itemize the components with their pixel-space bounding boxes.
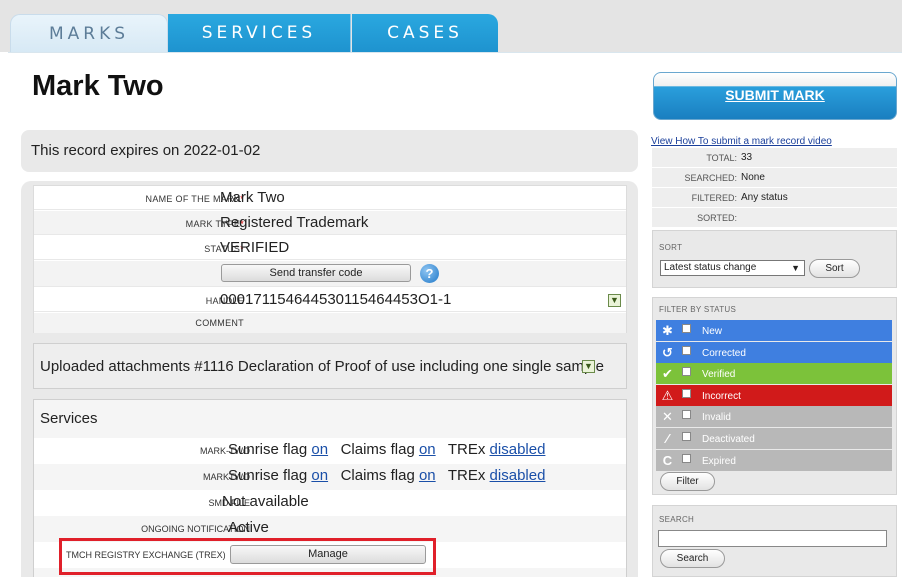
filter-label: Deactivated xyxy=(702,434,755,445)
search-title: SEARCH xyxy=(659,515,695,524)
filter-checkbox[interactable] xyxy=(682,345,691,355)
dropdown-arrow-icon: ▼ xyxy=(791,263,800,273)
undo-icon: ↺ xyxy=(662,344,673,360)
filter-label: New xyxy=(702,326,723,337)
how-to-video-link[interactable]: View How To submit a mark record video xyxy=(651,136,832,147)
highlight-box xyxy=(59,538,436,575)
submit-mark-button[interactable]: SUBMIT MARK xyxy=(653,72,897,120)
filter-status-incorrect[interactable]: ⚠ Incorrect xyxy=(656,384,892,406)
tab-cases[interactable]: CASES xyxy=(352,14,498,52)
filter-label: Invalid xyxy=(702,412,731,424)
filter-button[interactable]: Filter xyxy=(660,472,715,491)
page-title: Mark Two xyxy=(32,70,164,102)
stat-key: SEARCHED: xyxy=(684,173,737,183)
filter-status-verified[interactable]: ✔ Verified xyxy=(656,363,892,385)
stat-sorted: SORTED: xyxy=(652,208,897,228)
slash-icon: ∕ xyxy=(666,431,669,446)
filter-label: Expired xyxy=(702,455,736,467)
stat-searched: SEARCHED: None xyxy=(652,168,897,188)
handle-value: 000171154644530115464453O1-1 xyxy=(220,291,452,308)
stat-total: TOTAL: 33 xyxy=(652,148,897,168)
attachments-text: Uploaded attachments #1116 Declaration o… xyxy=(40,358,604,375)
claims-flag-label: Claims flag xyxy=(340,441,415,458)
help-icon[interactable]: ? xyxy=(420,264,439,283)
name-row: Name of the mark* Mark Two xyxy=(34,186,626,210)
handle-row: Handle 000171154644530115464453O1-1 ▼ xyxy=(34,288,626,312)
stat-filtered: FILTERED: Any status xyxy=(652,188,897,208)
search-input[interactable] xyxy=(658,530,887,547)
status-value: VERIFIED xyxy=(220,239,290,256)
filter-status-new[interactable]: ✱ New xyxy=(656,320,892,341)
comment-row: Comment xyxy=(34,313,626,333)
filter-checkbox[interactable] xyxy=(682,324,691,333)
sunrise-flag-label: Sunrise flag xyxy=(228,441,308,458)
gear-icon: ✱ xyxy=(662,323,673,338)
notification-value: Active xyxy=(228,519,269,536)
sort-title: SORT xyxy=(659,243,683,252)
service-row: Marktwo Sunrise flag on Claims flag on T… xyxy=(34,464,626,490)
comment-label: Comment xyxy=(195,318,244,328)
claims-flag-link[interactable]: on xyxy=(419,441,436,458)
stat-value: Any status xyxy=(741,192,788,203)
transfer-row: Send transfer code ? xyxy=(34,261,626,287)
sort-button[interactable]: Sort xyxy=(809,259,860,278)
expiry-notice: This record expires on 2022-01-02 xyxy=(21,130,638,172)
filter-checkbox[interactable] xyxy=(682,432,691,441)
filter-checkbox[interactable] xyxy=(682,367,691,377)
stat-key: TOTAL: xyxy=(706,153,737,163)
sunrise-flag-label: Sunrise flag xyxy=(228,467,308,484)
stat-value: 33 xyxy=(741,152,753,163)
download-icon[interactable]: ▼ xyxy=(608,294,621,307)
stat-key: FILTERED: xyxy=(691,193,737,203)
record-panel: Name of the mark* Mark Two Mark type* Re… xyxy=(21,181,638,577)
sort-select[interactable]: Latest status change ▼ xyxy=(660,260,805,276)
filter-checkbox[interactable] xyxy=(682,388,691,398)
service-row: Mark-Two Sunrise flag on Claims flag on … xyxy=(34,438,626,464)
services-title: Services xyxy=(40,410,98,427)
expired-icon: C xyxy=(662,452,673,468)
smd-row: SMD file Not available xyxy=(34,490,626,516)
claims-flag-label: Claims flag xyxy=(340,467,415,484)
check-icon: ✔ xyxy=(662,366,673,382)
sort-selected-value: Latest status change xyxy=(664,262,757,273)
filter-checkbox[interactable] xyxy=(682,453,691,463)
mark-details: Name of the mark* Mark Two Mark type* Re… xyxy=(33,185,627,333)
claims-flag-link[interactable]: on xyxy=(419,467,436,484)
filter-status-expired[interactable]: C Expired xyxy=(656,449,892,471)
name-value: Mark Two xyxy=(220,189,285,206)
tab-services[interactable]: SERVICES xyxy=(168,14,351,52)
filter-status-corrected[interactable]: ↺ Corrected xyxy=(656,341,892,363)
download-attachment-icon[interactable]: ▼ xyxy=(582,360,595,373)
stat-value: None xyxy=(741,172,765,183)
smd-value: Not available xyxy=(222,493,309,510)
send-transfer-code-button[interactable]: Send transfer code xyxy=(221,264,411,282)
attachments-row: Uploaded attachments #1116 Declaration o… xyxy=(33,343,627,389)
filter-title: FILTER BY STATUS xyxy=(659,305,737,314)
stats-panel: TOTAL: 33 SEARCHED: None FILTERED: Any stat… xyxy=(652,148,897,228)
status-row: Status* VERIFIED xyxy=(34,236,626,260)
filter-label: Incorrect xyxy=(702,390,741,402)
sunrise-flag-link[interactable]: on xyxy=(311,441,328,458)
filter-status-deactivated[interactable]: ∕ Deactivated xyxy=(656,428,892,449)
stat-key: SORTED: xyxy=(697,213,737,223)
sunrise-flag-link[interactable]: on xyxy=(311,467,328,484)
trex-link[interactable]: disabled xyxy=(490,467,546,484)
filter-checkbox[interactable] xyxy=(682,410,691,420)
trex-link[interactable]: disabled xyxy=(490,441,546,458)
filter-label: Corrected xyxy=(702,347,746,359)
search-button[interactable]: Search xyxy=(660,549,725,568)
x-icon: ✕ xyxy=(662,409,673,425)
warning-icon: ⚠ xyxy=(661,387,674,403)
type-row: Mark type* Registered Trademark xyxy=(34,211,626,235)
filter-status-invalid[interactable]: ✕ Invalid xyxy=(656,406,892,428)
filter-label: Verified xyxy=(702,369,736,381)
sort-panel: SORT xyxy=(652,230,897,288)
trex-label: TREx xyxy=(447,467,486,484)
trex-label: TREx xyxy=(447,441,486,458)
tab-marks[interactable]: MARKS xyxy=(10,14,168,52)
type-value: Registered Trademark xyxy=(220,214,369,231)
